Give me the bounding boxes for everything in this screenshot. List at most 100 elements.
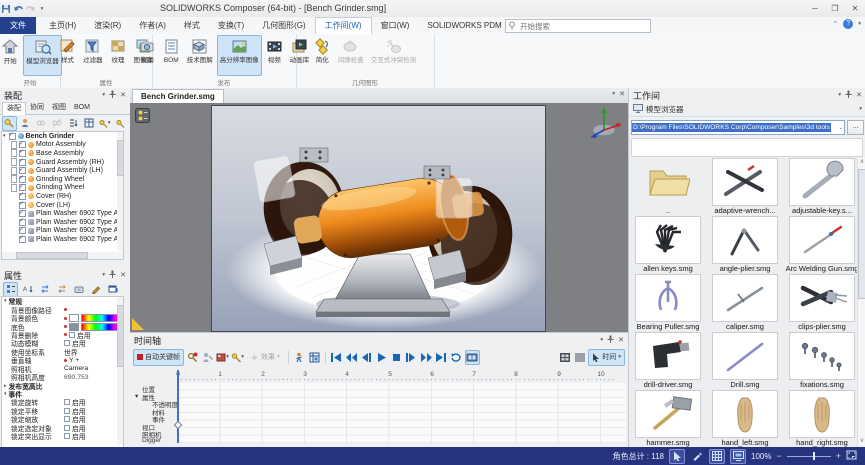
viewport-anchor-icon[interactable]: [135, 108, 150, 125]
key-dropdown-icon[interactable]: ▾: [97, 116, 112, 131]
time-mode-button[interactable]: 时间 ▾: [588, 348, 625, 366]
tab-window[interactable]: 窗口(W): [372, 17, 419, 34]
panel-menu-icon[interactable]: ▾: [838, 92, 841, 98]
fast-forward-icon[interactable]: [420, 351, 433, 364]
pin-icon[interactable]: [109, 90, 116, 100]
playhead[interactable]: [177, 370, 179, 443]
tab-bom[interactable]: BOM: [70, 102, 94, 114]
tab-pdm[interactable]: SOLIDWORKS PDM: [418, 17, 510, 34]
actor-key-icon[interactable]: [201, 351, 214, 364]
close-icon[interactable]: ✕: [120, 271, 126, 279]
file-item[interactable]: angle-plier.smg: [708, 216, 782, 274]
scroll-up-icon[interactable]: ∧: [858, 158, 865, 167]
search-box[interactable]: [505, 19, 651, 33]
checkbox-icon[interactable]: [64, 340, 70, 347]
tab-workshops[interactable]: 工作间(W): [314, 16, 372, 35]
paste-style-icon[interactable]: [54, 282, 69, 297]
close-icon[interactable]: ✕: [120, 91, 126, 99]
tab-geometry[interactable]: 几何图形(G): [253, 17, 315, 34]
zoom-slider[interactable]: [786, 451, 831, 461]
file-menu-button[interactable]: 文件: [0, 17, 36, 34]
track-expander-icon[interactable]: ▾: [135, 392, 138, 400]
zoom-in-icon[interactable]: +: [836, 451, 841, 461]
expander-icon[interactable]: ▾: [3, 133, 6, 139]
orientation-triad-icon[interactable]: [585, 105, 623, 141]
file-item[interactable]: hammer.smg: [631, 390, 705, 447]
pin-icon[interactable]: [845, 90, 852, 100]
panel-menu-icon[interactable]: ▾: [102, 92, 105, 98]
loop-icon[interactable]: [450, 351, 463, 364]
pin-icon[interactable]: [109, 270, 116, 280]
checkbox-icon[interactable]: [69, 331, 75, 338]
render-area[interactable]: [211, 105, 546, 332]
paint-mode-icon[interactable]: [690, 450, 704, 463]
file-item[interactable]: caliper.smg: [708, 274, 782, 332]
checkbox-icon[interactable]: [64, 399, 70, 406]
technical-illustration-button[interactable]: 技术图解: [184, 35, 216, 76]
table-icon[interactable]: [81, 116, 96, 131]
file-item[interactable]: clips-plier.smg: [785, 274, 857, 332]
step-back-icon[interactable]: [360, 351, 373, 364]
checkbox-icon[interactable]: [19, 234, 26, 243]
close-icon[interactable]: ✕: [856, 91, 862, 99]
tab-home[interactable]: 主页(H): [40, 17, 85, 34]
checkbox-icon[interactable]: [19, 226, 26, 235]
filters-button[interactable]: 过滤器: [80, 35, 106, 76]
tree-item[interactable]: Plain Washer 6902 Type Al: [2, 234, 123, 244]
tab-render[interactable]: 渲染(R): [85, 17, 130, 34]
camera-key-icon[interactable]: ▾: [231, 351, 244, 364]
workshop-scrollbar[interactable]: ∧ ∨: [857, 158, 865, 447]
save-icon[interactable]: [0, 3, 12, 15]
close-button[interactable]: ✕: [845, 1, 865, 16]
video-button[interactable]: 视频: [263, 35, 286, 76]
tab-views[interactable]: 视图: [48, 102, 70, 114]
file-item[interactable]: Arc Welding Gun.smg: [785, 216, 857, 274]
file-item[interactable]: hand_left.smg: [708, 390, 782, 447]
workshop-selector[interactable]: 模型浏览器 ▾: [629, 102, 865, 117]
property-row[interactable]: 锁定突出显示启用▾: [2, 432, 123, 441]
checkbox-icon[interactable]: [8, 132, 16, 140]
zoom-out-icon[interactable]: −: [776, 451, 781, 461]
browse-button[interactable]: ...: [847, 120, 864, 135]
scroll-down-icon[interactable]: ∨: [858, 437, 865, 446]
path-dropdown-icon[interactable]: ⌄: [838, 125, 843, 131]
tree-vertical-scrollbar[interactable]: [117, 132, 123, 251]
checkbox-icon[interactable]: [19, 148, 26, 157]
checkbox-icon[interactable]: [64, 433, 70, 440]
path-combobox[interactable]: D:\Program Files\SOLIDWORKS Corp\Compose…: [631, 120, 845, 135]
rewind-icon[interactable]: [345, 351, 358, 364]
auto-keyframe-button[interactable]: 自动关键帧: [133, 348, 184, 366]
tab-collaborate[interactable]: 协同: [26, 102, 48, 114]
close-icon[interactable]: ✕: [618, 336, 624, 344]
zoom-slider-thumb[interactable]: [812, 452, 816, 460]
undo-icon[interactable]: [12, 3, 24, 15]
redo-icon[interactable]: [24, 3, 36, 15]
camera-props-icon[interactable]: [71, 282, 86, 297]
file-item[interactable]: adaptive-wrench...: [708, 158, 782, 216]
new-window-icon[interactable]: [105, 282, 120, 297]
timeline-tracks[interactable]: [177, 383, 626, 443]
checkbox-icon[interactable]: [64, 407, 70, 414]
help-dropdown-icon[interactable]: ▾: [858, 21, 861, 27]
checkbox-icon[interactable]: [19, 166, 26, 175]
filter-box[interactable]: [631, 138, 863, 157]
checkbox-icon[interactable]: [19, 157, 26, 166]
track-label[interactable]: Digger: [142, 437, 161, 444]
screen-mode-icon[interactable]: [730, 448, 746, 464]
ribbon-collapse-icon[interactable]: ⌃: [832, 20, 838, 28]
help-icon[interactable]: ?: [843, 19, 854, 29]
fit-screen-icon[interactable]: [846, 450, 857, 462]
styles-button[interactable]: 样式: [56, 35, 79, 76]
timeline-ruler[interactable]: 0 1 2 3 4 5 6 7 8 9 10: [170, 371, 626, 383]
checkbox-icon[interactable]: [64, 416, 70, 423]
properties-scrollbar[interactable]: [117, 297, 123, 445]
alphabetical-icon[interactable]: A: [20, 282, 35, 297]
grid-mode-icon[interactable]: [709, 448, 725, 464]
file-item[interactable]: fixations.smg: [785, 332, 857, 390]
frames-sheet-icon[interactable]: [558, 351, 571, 364]
marker-mode-icon[interactable]: [464, 349, 480, 365]
file-item[interactable]: Drill.smg: [708, 332, 782, 390]
select-mode-icon[interactable]: [669, 448, 685, 464]
textures-button[interactable]: 纹理: [107, 35, 130, 76]
key2-icon[interactable]: [113, 116, 128, 131]
